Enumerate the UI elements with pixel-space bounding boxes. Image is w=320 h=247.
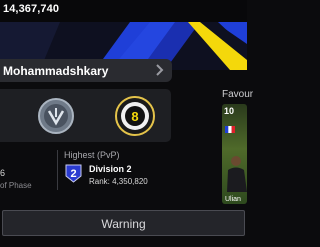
warning-button[interactable]: Warning [2, 210, 245, 236]
division-name: Division 2 [89, 164, 132, 174]
coin-balance: 14,367,740 [3, 3, 60, 15]
warning-button-label: Warning [101, 217, 146, 231]
player-name: Ulian [225, 196, 241, 203]
football-league-badge-icon: 8 [115, 96, 155, 136]
player-rating: 10 [224, 106, 235, 116]
favourite-player-card[interactable]: 10 Ulian [222, 104, 247, 204]
highest-pvp-label: Highest (PvP) [64, 150, 120, 160]
top-bar: 14,367,740 [0, 0, 247, 22]
phase-label: of Phase [0, 181, 32, 190]
badge-number: 8 [131, 109, 138, 124]
profile-name-row[interactable]: Mohammadshkary [0, 59, 172, 82]
emblems-panel: 8 [0, 89, 171, 142]
phase-value: 6 [0, 168, 6, 178]
team-crest-icon [38, 98, 74, 134]
division-badge-icon: 2 [65, 164, 82, 183]
profile-name: Mohammadshkary [3, 64, 109, 78]
svg-text:2: 2 [70, 168, 76, 180]
favourite-label: Favour [222, 89, 254, 100]
division-rank: Rank: 4,350,820 [89, 177, 148, 186]
chevron-right-icon [156, 64, 164, 76]
player-figure-icon [227, 156, 247, 192]
country-flag-icon [225, 126, 235, 133]
stats-divider [57, 150, 58, 190]
